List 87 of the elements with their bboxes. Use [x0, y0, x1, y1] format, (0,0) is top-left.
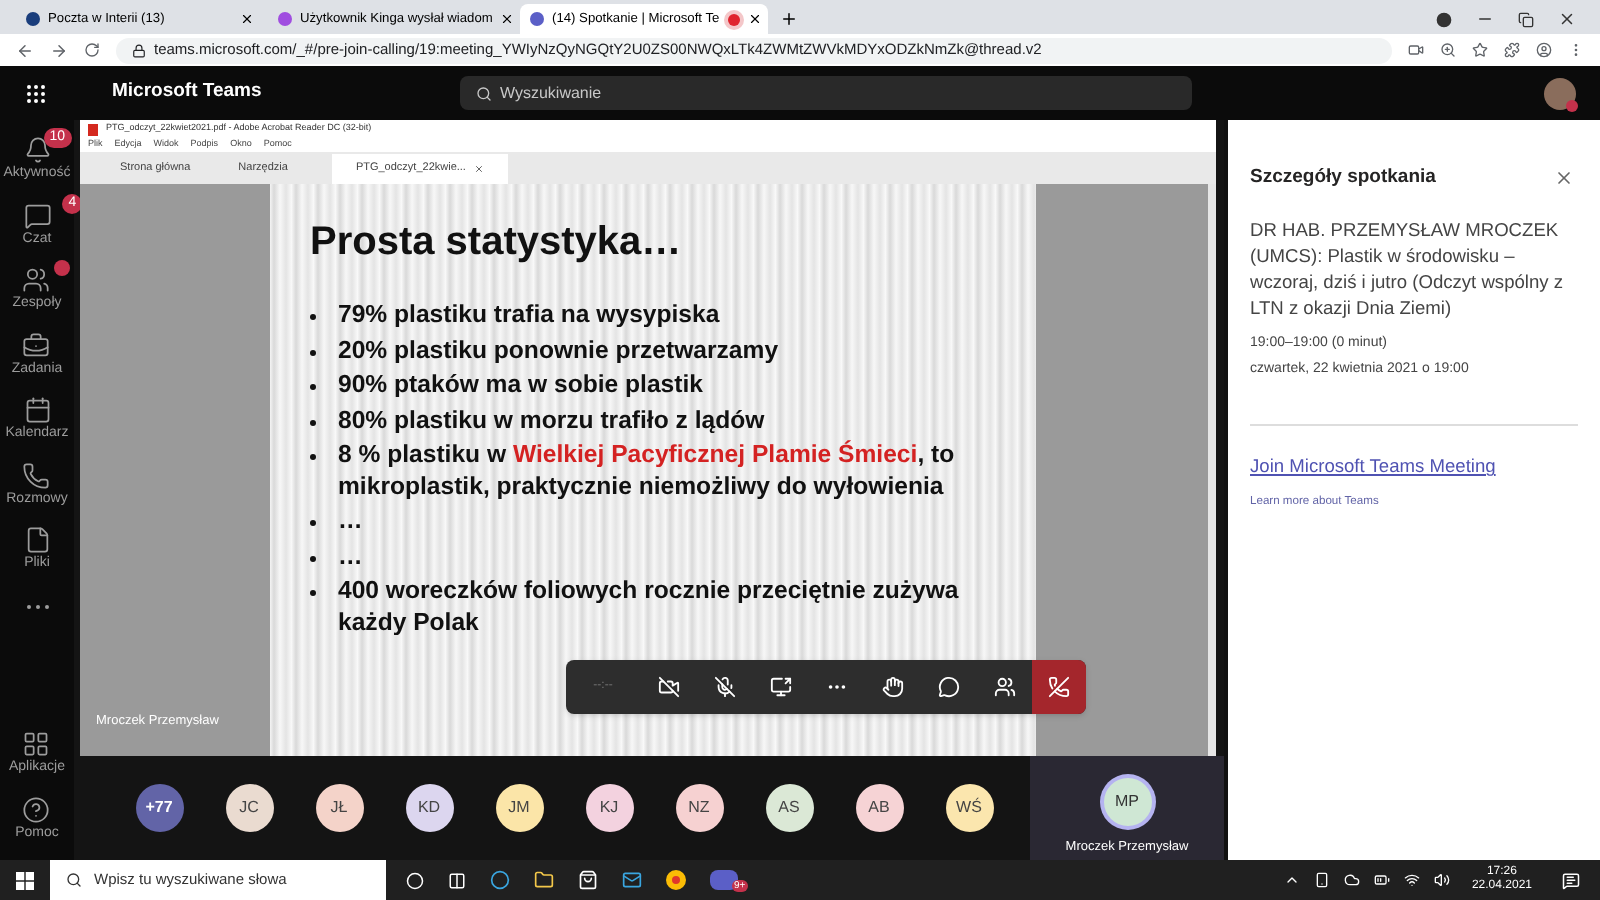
task-view-circle-icon[interactable] — [406, 871, 424, 889]
store-icon[interactable] — [578, 870, 598, 890]
search-icon — [476, 85, 492, 101]
bullet-icon — [310, 419, 316, 425]
bullet-text: 80% plastiku w morzu trafiło z lądów — [338, 405, 765, 436]
chat-icon — [937, 676, 959, 698]
bullet-icon — [310, 555, 316, 561]
participant-avatar[interactable]: JŁ — [315, 784, 363, 832]
forward-icon[interactable] — [50, 41, 68, 59]
bullet-icon — [310, 520, 316, 526]
mic-off-icon — [713, 676, 735, 698]
speaker-icon[interactable] — [1433, 872, 1450, 888]
chat-icon — [23, 201, 51, 229]
join-link[interactable]: Join Microsoft Teams Meeting — [1250, 454, 1578, 483]
pdf-icon — [88, 123, 98, 135]
participant-avatar[interactable]: WŚ — [945, 784, 993, 832]
app-launcher-icon[interactable] — [24, 81, 48, 105]
file-icon — [23, 526, 51, 554]
bullet-icon — [310, 454, 316, 460]
camera-icon[interactable] — [1408, 42, 1424, 58]
chevron-up-icon[interactable] — [1283, 872, 1300, 888]
hand-icon — [881, 676, 903, 698]
bullet-text: 20% plastiku ponownie przetwarzamy — [338, 335, 779, 366]
meeting-subject: DR HAB. PRZEMYSŁAW MROCZEK (UMCS): Plastik w środowisku – wczoraj, dziś i jutro (Odczyt wspólny z LTN z okazji Dnia Ziemi) — [1250, 218, 1566, 323]
teams-app-button[interactable] — [710, 870, 738, 890]
battery-icon[interactable] — [1373, 872, 1390, 888]
bell-icon — [23, 136, 51, 164]
phone-icon[interactable] — [1313, 872, 1330, 888]
participant-avatar[interactable]: KJ — [585, 784, 633, 832]
bullet-text: 90% ptaków ma w sobie plastik — [338, 370, 703, 401]
site-icon — [278, 12, 292, 26]
notifications-icon[interactable] — [1562, 871, 1580, 889]
close-icon[interactable] — [1558, 10, 1576, 28]
hang-up-icon — [1048, 676, 1070, 698]
lock-icon — [132, 43, 146, 57]
user-avatar[interactable] — [1544, 77, 1576, 109]
bullet-icon — [310, 314, 316, 320]
close-icon[interactable] — [240, 12, 254, 26]
bullet-text: … — [338, 541, 363, 572]
phone-icon — [22, 461, 51, 489]
people-icon — [22, 266, 51, 294]
panel-title: Szczegóły spotkania — [1250, 164, 1436, 192]
site-icon — [530, 12, 544, 26]
bullet-text: 400 woreczków foliowych rocznie przeciętnie zużywa każdy Polak — [338, 576, 961, 638]
search-icon — [66, 872, 82, 888]
app-title: Microsoft Teams — [112, 78, 264, 107]
calendar-icon — [23, 396, 51, 424]
briefcase-icon — [22, 331, 51, 359]
site-icon — [26, 12, 40, 26]
bullet-text: 8 % plastiku w Wielkiej Pacyficznej Plamie Śmieci, to mikroplastik, praktycznie niemożliwy do wyłowienia — [338, 440, 957, 502]
participant-avatar[interactable]: AB — [855, 784, 903, 832]
windows-logo-icon[interactable] — [16, 871, 34, 889]
wifi-icon[interactable] — [1403, 872, 1420, 888]
bullet-icon — [310, 349, 316, 355]
bullet-text: … — [338, 506, 363, 537]
bullet-text: 79% plastiku trafia na wysypiska — [338, 300, 720, 331]
restore-icon[interactable] — [1518, 11, 1534, 27]
participant-avatar[interactable]: AS — [765, 784, 813, 832]
speaker-avatar: MP — [1103, 778, 1151, 827]
back-icon[interactable] — [16, 41, 34, 59]
close-icon[interactable] — [747, 12, 762, 26]
new-tab-icon[interactable] — [780, 10, 798, 28]
timeline-icon[interactable] — [448, 871, 466, 889]
participant-avatar[interactable]: JC — [225, 784, 273, 832]
share-screen-icon — [769, 676, 791, 698]
search-field[interactable]: Wyszukiwanie — [460, 76, 1192, 110]
close-icon[interactable] — [500, 12, 515, 26]
bullet-icon — [310, 384, 316, 390]
participant-avatar[interactable]: KD — [405, 784, 453, 832]
reload-icon[interactable] — [84, 42, 100, 58]
participant-avatar[interactable]: +77 — [135, 784, 183, 832]
camera-off-icon — [657, 676, 679, 698]
grid-icon — [22, 730, 51, 758]
hang-up-button[interactable] — [1032, 660, 1086, 714]
folder-icon[interactable] — [534, 870, 554, 890]
participant-avatar[interactable]: JM — [495, 784, 543, 832]
more-icon — [25, 603, 49, 609]
bookmark-star-icon[interactable] — [1472, 42, 1488, 58]
mail-icon[interactable] — [622, 870, 642, 890]
people-icon — [993, 676, 1015, 698]
extensions-icon[interactable] — [1504, 42, 1520, 58]
zoom-icon[interactable] — [1440, 42, 1456, 58]
participant-avatar[interactable]: NZ — [675, 784, 723, 832]
bullet-icon — [310, 590, 316, 596]
cloud-icon[interactable] — [1343, 872, 1360, 888]
slide-title: Prosta statystyka… — [310, 218, 684, 268]
help-icon — [22, 795, 51, 823]
